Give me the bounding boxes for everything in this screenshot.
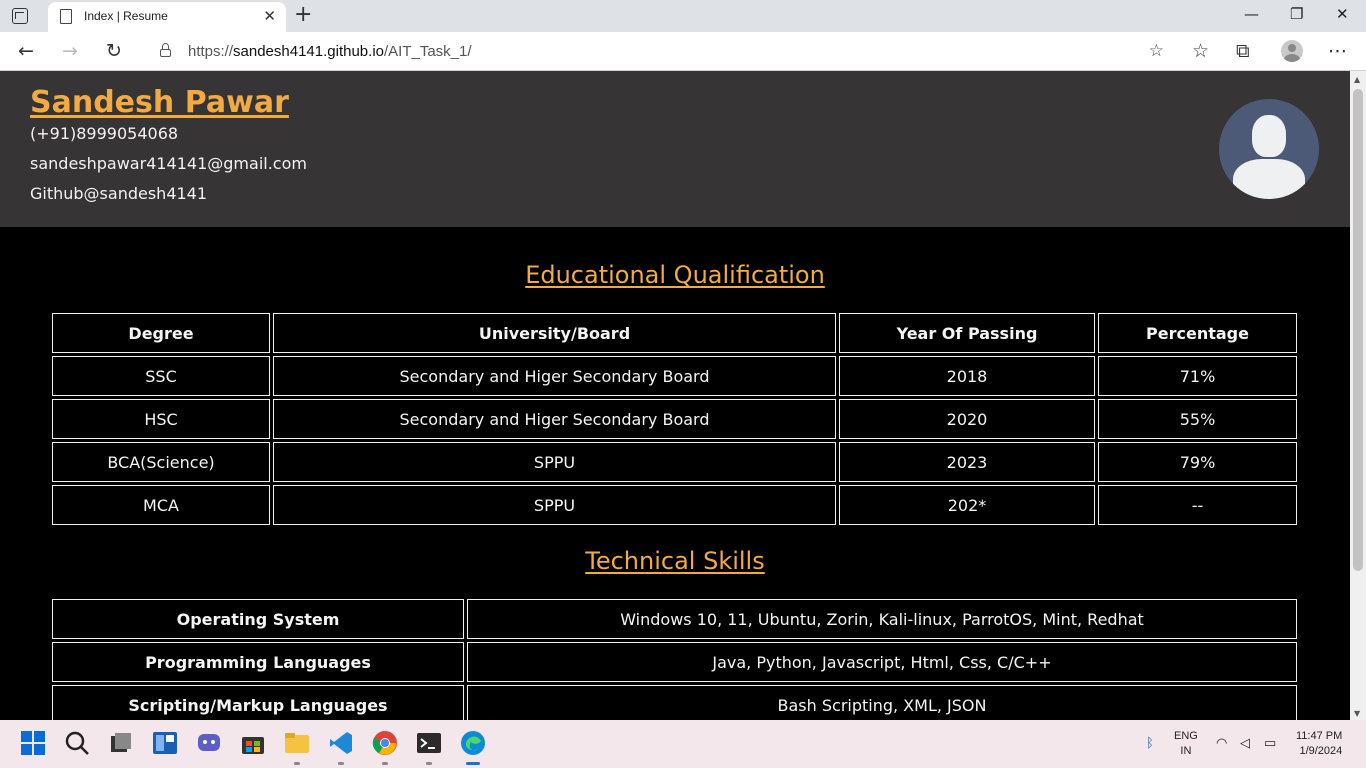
table-row: MCA SPPU 202* -- (52, 485, 1297, 525)
column-header: University/Board (273, 313, 836, 353)
store-icon[interactable] (240, 730, 266, 756)
skill-category: Scripting/Markup Languages (52, 685, 464, 720)
scroll-thumb[interactable] (1353, 89, 1363, 571)
running-indicator (382, 762, 388, 765)
resume-header: Sandesh Pawar (+91)8999054068 sandeshpaw… (0, 71, 1350, 227)
skills-table: Operating System Windows 10, 11, Ubuntu,… (49, 596, 1300, 720)
table-cell: -- (1098, 485, 1297, 525)
table-row: Programming Languages Java, Python, Java… (52, 642, 1297, 682)
running-indicator (426, 762, 432, 765)
terminal-icon[interactable] (416, 730, 442, 756)
browser-toolbar: ← → ↻ https://sandesh4141.github.io/AIT_… (0, 32, 1366, 71)
running-indicator (294, 762, 300, 765)
refresh-icon[interactable]: ↻ (106, 40, 122, 62)
minimize-icon[interactable]: — (1244, 4, 1259, 24)
skills-title: Technical Skills (585, 547, 765, 575)
favorites-icon[interactable]: ☆ (1192, 40, 1209, 62)
table-cell: HSC (52, 399, 270, 439)
skill-values: Bash Scripting, XML, JSON (467, 685, 1297, 720)
running-indicator (338, 762, 344, 765)
restore-icon[interactable]: ❐ (1290, 4, 1303, 24)
wifi-icon[interactable]: ◠ (1216, 735, 1227, 750)
column-header: Degree (52, 313, 270, 353)
tab-bar: Index | Resume ✕ + — ❐ ✕ (0, 0, 1366, 32)
collections-icon[interactable]: ⧉ (1236, 40, 1250, 62)
table-row: SSC Secondary and Higer Secondary Board … (52, 356, 1297, 396)
task-view-icon[interactable] (108, 730, 134, 756)
back-icon[interactable]: ← (18, 40, 34, 62)
education-title: Educational Qualification (525, 261, 825, 289)
file-explorer-icon[interactable] (284, 730, 310, 756)
battery-icon[interactable]: ▭ (1264, 735, 1276, 750)
skill-category: Programming Languages (52, 642, 464, 682)
table-cell: SPPU (273, 485, 836, 525)
profile-avatar (1219, 99, 1319, 199)
profile-icon[interactable] (1281, 40, 1303, 62)
widgets-icon[interactable] (152, 730, 178, 756)
github-handle: Github@sandesh4141 (30, 184, 208, 203)
table-row: HSC Secondary and Higer Secondary Board … (52, 399, 1297, 439)
table-cell: Secondary and Higer Secondary Board (273, 399, 836, 439)
skill-values: Java, Python, Javascript, Html, Css, C/C… (467, 642, 1297, 682)
tab-resume[interactable]: Index | Resume ✕ (48, 2, 286, 32)
education-table: Degree University/Board Year Of Passing … (49, 310, 1300, 528)
table-cell: 79% (1098, 442, 1297, 482)
education-header-row: Degree University/Board Year Of Passing … (52, 313, 1297, 353)
vscode-icon[interactable] (328, 730, 354, 756)
more-icon[interactable]: ⋯ (1328, 40, 1347, 62)
start-icon[interactable] (20, 730, 46, 756)
tab-title: Index | Resume (84, 9, 168, 23)
table-cell: 2020 (839, 399, 1095, 439)
bluetooth-icon[interactable]: ᛒ (1146, 735, 1154, 750)
skill-category: Operating System (52, 599, 464, 639)
email-address: sandeshpawar414141@gmail.com (30, 154, 307, 173)
table-cell: BCA(Science) (52, 442, 270, 482)
phone-number: (+91)8999054068 (30, 124, 179, 143)
table-cell: 2023 (839, 442, 1095, 482)
table-cell: 2018 (839, 356, 1095, 396)
close-tab-icon[interactable]: ✕ (263, 7, 276, 25)
forward-icon[interactable]: → (62, 40, 78, 62)
address-bar[interactable]: https://sandesh4141.github.io/AIT_Task_1… (146, 36, 1172, 67)
active-indicator (466, 762, 480, 765)
lock-icon[interactable] (160, 43, 171, 57)
chrome-icon[interactable] (372, 730, 398, 756)
volume-icon[interactable]: ◁ (1240, 735, 1250, 750)
page-icon (60, 9, 72, 24)
table-cell: 71% (1098, 356, 1297, 396)
page-viewport: Sandesh Pawar (+91)8999054068 sandeshpaw… (0, 71, 1350, 720)
table-cell: Secondary and Higer Secondary Board (273, 356, 836, 396)
scroll-up-icon[interactable]: ▲ (1354, 75, 1360, 84)
new-tab-icon[interactable]: + (294, 3, 312, 27)
tab-actions-icon[interactable] (12, 8, 28, 24)
url-text[interactable]: https://sandesh4141.github.io/AIT_Task_1… (188, 43, 472, 60)
person-name[interactable]: Sandesh Pawar (30, 85, 289, 120)
search-icon[interactable] (64, 730, 90, 756)
vertical-scrollbar[interactable]: ▲ ▼ (1350, 71, 1366, 720)
edge-icon[interactable] (460, 730, 486, 756)
table-cell: SPPU (273, 442, 836, 482)
chat-icon[interactable] (196, 730, 222, 756)
column-header: Percentage (1098, 313, 1297, 353)
language-indicator[interactable]: ENG IN (1174, 729, 1198, 759)
clock[interactable]: 11:47 PM 1/9/2024 (1296, 729, 1342, 759)
column-header: Year Of Passing (839, 313, 1095, 353)
add-favorite-icon[interactable]: ☆ (1149, 41, 1164, 61)
taskbar: ᛒ ENG IN ◠ ◁ ▭ 11:47 PM 1/9/2024 (0, 720, 1366, 768)
table-cell: 202* (839, 485, 1095, 525)
table-row: Scripting/Markup Languages Bash Scriptin… (52, 685, 1297, 720)
close-window-icon[interactable]: ✕ (1336, 4, 1349, 24)
skill-values: Windows 10, 11, Ubuntu, Zorin, Kali-linu… (467, 599, 1297, 639)
table-cell: MCA (52, 485, 270, 525)
table-cell: 55% (1098, 399, 1297, 439)
table-cell: SSC (52, 356, 270, 396)
scroll-down-icon[interactable]: ▼ (1354, 709, 1360, 718)
table-row: Operating System Windows 10, 11, Ubuntu,… (52, 599, 1297, 639)
table-row: BCA(Science) SPPU 2023 79% (52, 442, 1297, 482)
